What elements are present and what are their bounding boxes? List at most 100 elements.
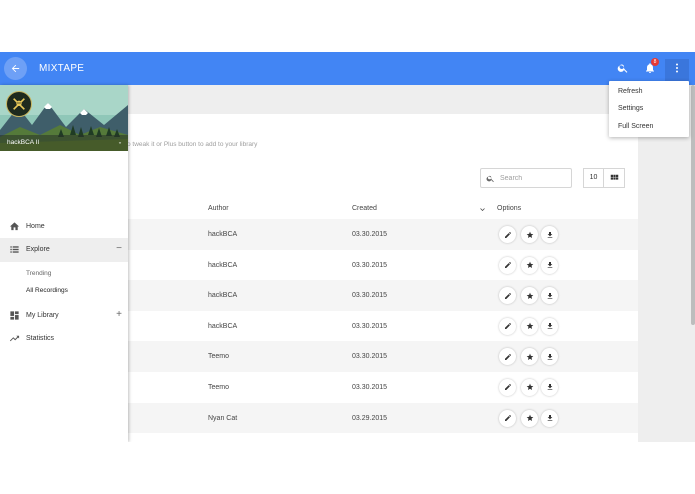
grid-view-button[interactable]	[603, 168, 625, 188]
edit-button[interactable]	[499, 317, 516, 335]
star-icon	[526, 287, 534, 305]
grid-icon	[610, 174, 618, 180]
navigation-drawer: hackBCA II Home Explore − Trending All R…	[0, 85, 128, 442]
overflow-menu: Refresh Settings Full Screen	[609, 81, 689, 137]
author-cell: hackBCA	[208, 292, 238, 300]
author-cell: Teemo	[208, 383, 230, 391]
edit-button[interactable]	[499, 287, 516, 305]
per-page-select[interactable]: 10	[583, 168, 603, 188]
sidebar-item-label: Home	[26, 223, 45, 230]
search-field[interactable]	[480, 168, 572, 188]
sidebar-item-explore[interactable]: Explore −	[0, 238, 128, 262]
app-window: MIXTAPE 8 S o tweak it or Plus button to…	[0, 52, 695, 442]
dropdown-arrow-icon	[118, 142, 122, 144]
hint-text: o tweak it or Plus button to add to your…	[127, 141, 258, 148]
download-button[interactable]	[541, 287, 558, 305]
download-button[interactable]	[541, 256, 558, 274]
pencil-icon	[504, 256, 512, 274]
favorite-button[interactable]	[521, 378, 538, 396]
user-name: hackBCA II	[7, 139, 40, 146]
download-button[interactable]	[541, 317, 558, 335]
favorite-button[interactable]	[521, 226, 538, 243]
sidebar-item-home[interactable]: Home	[0, 215, 128, 239]
download-button[interactable]	[541, 378, 558, 396]
pencil-icon	[504, 409, 512, 427]
author-cell: hackBCA	[208, 322, 238, 330]
edit-button[interactable]	[499, 256, 516, 274]
pencil-icon	[504, 317, 512, 335]
edit-button[interactable]	[499, 348, 516, 366]
star-icon	[526, 409, 534, 427]
column-header-created[interactable]: Created	[352, 205, 377, 212]
favorite-button[interactable]	[521, 287, 538, 305]
search-icon	[486, 175, 494, 183]
notification-badge: 8	[651, 58, 659, 66]
search-input[interactable]	[500, 173, 568, 184]
edit-button[interactable]	[499, 226, 516, 243]
download-icon	[546, 348, 554, 366]
pencil-icon	[504, 287, 512, 305]
favorite-button[interactable]	[521, 317, 538, 335]
download-button[interactable]	[541, 348, 558, 366]
edit-button[interactable]	[499, 409, 516, 427]
pencil-icon	[504, 226, 512, 244]
search-icon	[617, 64, 628, 73]
star-icon	[526, 256, 534, 274]
column-header-options: Options	[497, 205, 522, 212]
created-cell: 03.30.2015	[352, 292, 388, 300]
download-button[interactable]	[541, 409, 558, 427]
sidebar-item-label: Statistics	[26, 335, 55, 342]
created-cell: 03.30.2015	[352, 261, 388, 269]
expand-icon[interactable]: +	[116, 309, 122, 320]
star-icon	[526, 226, 534, 244]
sidebar-item-my-library[interactable]: My Library +	[0, 304, 128, 328]
sort-chevron-icon[interactable]	[478, 205, 487, 214]
list-icon	[10, 246, 19, 253]
download-icon	[546, 287, 554, 305]
sidebar-item-statistics[interactable]: Statistics	[0, 327, 128, 351]
pencil-icon	[504, 348, 512, 366]
download-icon	[546, 317, 554, 335]
created-cell: 03.30.2015	[352, 231, 388, 238]
app-bar: MIXTAPE 8	[0, 52, 695, 85]
search-button[interactable]	[616, 61, 630, 75]
pencil-icon	[504, 378, 512, 396]
app-title: MIXTAPE	[39, 63, 85, 74]
author-cell: Teemo	[208, 353, 230, 361]
column-header-author[interactable]: Author	[208, 205, 229, 212]
avatar[interactable]	[6, 91, 32, 117]
sidebar-item-label: My Library	[26, 312, 59, 319]
created-cell: 03.30.2015	[352, 322, 388, 330]
menu-item-refresh[interactable]: Refresh	[618, 88, 643, 95]
created-cell: 03.30.2015	[352, 353, 388, 361]
sidebar-subitem-trending[interactable]: Trending	[26, 270, 51, 277]
home-icon	[9, 222, 20, 231]
menu-item-settings[interactable]: Settings	[618, 105, 643, 112]
author-cell: Nyan Cat	[208, 414, 238, 422]
star-icon	[526, 378, 534, 396]
download-button[interactable]	[541, 226, 558, 243]
account-switcher[interactable]: hackBCA II	[0, 135, 128, 151]
more-vert-icon	[670, 61, 684, 75]
trending-icon	[9, 335, 20, 342]
star-icon	[526, 317, 534, 335]
sidebar-subitem-all-recordings[interactable]: All Recordings	[26, 287, 68, 294]
author-cell: hackBCA	[208, 231, 238, 238]
created-cell: 03.30.2015	[352, 383, 388, 391]
arrow-back-icon	[11, 64, 20, 73]
dashboard-icon	[10, 311, 19, 320]
star-icon	[526, 348, 534, 366]
author-cell: hackBCA	[208, 261, 238, 269]
favorite-button[interactable]	[521, 256, 538, 274]
scrollbar[interactable]	[691, 85, 695, 325]
collapse-icon[interactable]: −	[116, 243, 122, 254]
download-icon	[546, 378, 554, 396]
favorite-button[interactable]	[521, 348, 538, 366]
favorite-button[interactable]	[521, 409, 538, 427]
crossed-swords-skull-icon	[13, 98, 25, 110]
download-icon	[546, 409, 554, 427]
edit-button[interactable]	[499, 378, 516, 396]
download-icon	[546, 226, 554, 244]
back-button[interactable]	[4, 57, 27, 80]
menu-item-full-screen[interactable]: Full Screen	[618, 123, 653, 130]
